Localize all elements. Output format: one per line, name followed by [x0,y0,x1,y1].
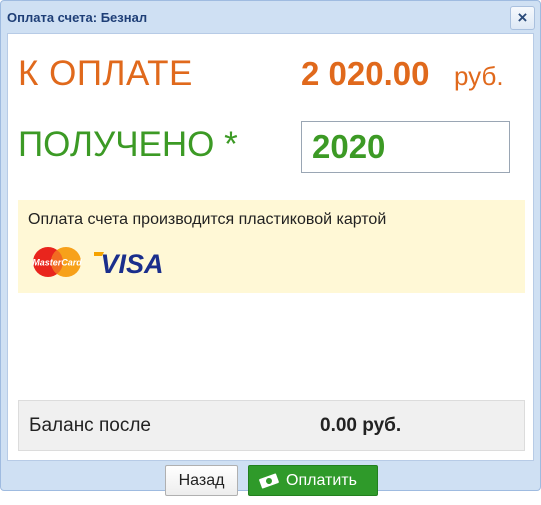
back-button-label: Назад [178,472,225,489]
currency-label: руб. [454,61,504,91]
dialog-title: Оплата счета: Безнал [7,10,148,25]
payment-dialog: Оплата счета: Безнал × К ОПЛАТЕ 2 020.00… [0,0,541,496]
dialog-titlebar: Оплата счета: Безнал × [1,1,540,31]
close-icon: × [517,8,528,27]
card-info-box: Оплата счета производится пластиковой ка… [18,200,525,293]
back-button[interactable]: Назад [165,465,238,496]
balance-value: 0.00 руб. [320,415,402,436]
close-button[interactable]: × [510,6,535,30]
pay-button[interactable]: Оплатить [248,465,378,496]
mastercard-logo: MasterCard [32,247,82,277]
pay-button-label: Оплатить [286,472,357,489]
svg-text:VISA: VISA [100,249,163,279]
card-info-text: Оплата счета производится пластиковой ка… [28,211,387,228]
svg-text:MasterCard: MasterCard [32,258,82,268]
balance-label: Баланс после [29,415,151,436]
visa-logo: VISA [94,249,164,279]
amount-value: 2 020.00 [301,55,430,92]
money-icon [259,473,279,489]
to-pay-label: К ОПЛАТЕ [18,54,193,93]
balance-box: Баланс после 0.00 руб. [18,400,525,451]
dialog-content: К ОПЛАТЕ 2 020.00 руб. ПОЛУЧЕНО * Оплата… [7,33,534,461]
received-input[interactable] [301,121,510,173]
received-label: ПОЛУЧЕНО * [18,125,238,164]
